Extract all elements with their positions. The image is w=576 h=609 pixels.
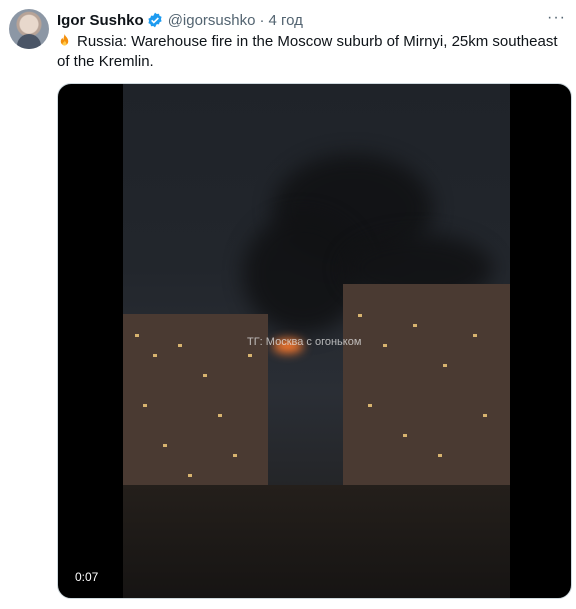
timestamp[interactable]: 4 год: [268, 12, 302, 29]
video-player[interactable]: ТГ: Москва с огоньком 0:07: [57, 83, 572, 599]
author-handle[interactable]: @igorsushko: [168, 12, 256, 29]
verified-badge-icon: [148, 12, 162, 28]
video-duration-badge: 0:07: [70, 568, 104, 586]
video-frame: ТГ: Москва с огоньком: [123, 84, 510, 598]
video-watermark: ТГ: Москва с огоньком: [247, 336, 362, 348]
more-icon[interactable]: ···: [547, 9, 566, 27]
avatar[interactable]: [9, 9, 49, 49]
tweet[interactable]: Igor Sushko @igorsushko · 4 год ··· Russ…: [0, 0, 576, 609]
separator-dot: ·: [259, 11, 265, 29]
tweet-text: Russia: Warehouse fire in the Moscow sub…: [57, 32, 569, 72]
tweet-text-content: Russia: Warehouse fire in the Moscow sub…: [57, 33, 558, 70]
fire-emoji-icon: [60, 33, 69, 46]
author-name[interactable]: Igor Sushko: [57, 12, 144, 29]
parking-lot: [123, 485, 510, 598]
tweet-header: Igor Sushko @igorsushko · 4 год: [57, 10, 303, 30]
